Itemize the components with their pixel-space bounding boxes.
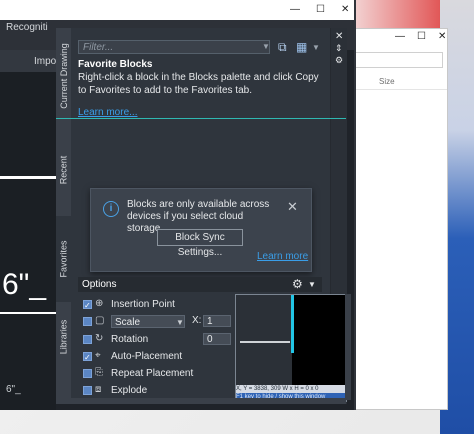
tab-label: Recent (58, 155, 69, 185)
properties-icon[interactable]: ⚙ (335, 55, 343, 66)
favorites-description: Right-click a block in the Blocks palett… (78, 72, 319, 96)
preview-pane (236, 295, 292, 385)
filter-input[interactable]: Filter... (78, 40, 270, 54)
insertion-point-checkbox[interactable] (83, 298, 92, 313)
explode-checkbox[interactable] (83, 386, 92, 395)
tab-recent[interactable]: Recent (56, 124, 71, 216)
explorer-column-header: Size (351, 75, 447, 90)
tab-favorites[interactable]: Favorites (56, 216, 71, 302)
option-insertion-point[interactable]: ⊕ Insertion Point (83, 297, 223, 313)
learn-more-link[interactable]: Learn more... (78, 107, 137, 118)
drawing-dimension-text-small: 6"_ (6, 384, 21, 395)
close-button[interactable]: ✕ (341, 4, 349, 15)
info-icon: i (103, 201, 119, 217)
rotation-input[interactable]: 0 (203, 333, 231, 345)
auto-placement-icon: ⌖ (95, 350, 101, 361)
auto-placement-checkbox[interactable] (83, 350, 92, 365)
view-mode-icon[interactable]: ▦ (296, 40, 307, 54)
option-label: Insertion Point (111, 299, 175, 310)
minimize-button[interactable]: — (290, 4, 300, 15)
insertion-point-icon: ⊕ (95, 298, 104, 309)
vertical-scrollbar[interactable] (345, 294, 351, 400)
option-label: Explode (111, 385, 148, 396)
close-button[interactable]: ✕ (438, 31, 446, 42)
option-rotation[interactable]: ↻ Rotation (83, 332, 223, 347)
block-preview-window[interactable]: X, Y = 3838, 309 W x H = 0 x 0 F1 key to… (235, 294, 347, 402)
rotation-checkbox[interactable] (83, 335, 92, 344)
close-icon[interactable]: ✕ (335, 31, 343, 42)
minimize-button[interactable]: — (395, 31, 405, 42)
import-blocks-icon[interactable]: ⧉ (278, 40, 287, 55)
option-label: Auto-Placement (111, 351, 183, 362)
autocad-titlebar: — ☐ ✕ (0, 0, 354, 20)
scale-dropdown-value: Scale (115, 317, 141, 328)
preview-line (240, 341, 290, 343)
favorites-title: Favorite Blocks (78, 59, 153, 70)
ribbon-title: Recogniti (6, 22, 48, 33)
scale-checkbox[interactable] (83, 317, 92, 326)
maximize-button[interactable]: ☐ (316, 4, 325, 15)
preview-coordinates: X, Y = 3838, 309 W x H = 0 x 0 (236, 385, 346, 393)
separator-line (56, 118, 346, 119)
tab-libraries[interactable]: Libraries (56, 302, 71, 372)
tab-label: Libraries (58, 319, 69, 355)
close-notification-icon[interactable]: ✕ (287, 199, 298, 215)
tab-label: Favorites (58, 240, 69, 278)
option-label: Repeat Placement (111, 368, 194, 379)
scale-icon: ▢ (95, 315, 105, 326)
explode-icon: ⧈ (95, 384, 102, 395)
repeat-placement-checkbox[interactable] (83, 369, 92, 378)
gear-icon[interactable]: ⚙ (292, 277, 303, 292)
column-size-label[interactable]: Size (379, 77, 395, 86)
ribbon-tab-import[interactable]: Impo (34, 56, 56, 67)
option-label: Rotation (111, 334, 149, 345)
drawing-line (0, 176, 56, 179)
options-chevron-down-icon[interactable]: ▼ (308, 277, 316, 292)
explorer-search-field[interactable] (355, 52, 443, 68)
drawing-area[interactable]: 6"_ 6"_ (0, 72, 56, 410)
x-label: X: (192, 315, 202, 326)
preview-highlight-line (291, 295, 294, 353)
horizontal-scrollbar[interactable] (56, 398, 346, 404)
drawing-line (0, 312, 56, 314)
view-chevron-down-icon[interactable]: ▼ (312, 43, 320, 52)
drawing-dimension-text: 6"_ (2, 268, 47, 301)
option-scale[interactable]: ▢ (83, 314, 107, 329)
options-header-label: Options (82, 279, 117, 290)
options-header: Options ⚙ ▼ (78, 277, 322, 292)
auto-hide-icon[interactable]: ⇕ (335, 43, 343, 54)
scale-x-input[interactable]: 1 (203, 315, 231, 327)
repeat-placement-icon: ⎘ (95, 367, 103, 378)
scale-dropdown[interactable]: Scale ▼ (111, 315, 185, 328)
cloud-storage-notification: i Blocks are only available across devic… (90, 188, 312, 272)
tab-current-drawing[interactable]: Current Drawing (56, 28, 71, 124)
rotation-icon: ↻ (95, 333, 104, 344)
chevron-down-icon[interactable]: ▼ (262, 42, 270, 51)
option-explode[interactable]: ⧈ Explode (83, 383, 223, 398)
option-auto-placement[interactable]: ⌖ Auto-Placement (83, 349, 223, 365)
tab-label: Current Drawing (58, 43, 69, 109)
autocad-window-controls: — ☐ ✕ (290, 4, 349, 15)
notification-learn-more-link[interactable]: Learn more (257, 251, 308, 262)
ribbon-panel: Impo (0, 50, 60, 72)
explorer-window-controls: — ☐ ✕ (395, 31, 446, 42)
explorer-window: — ☐ ✕ Size (350, 28, 448, 410)
maximize-button[interactable]: ☐ (417, 31, 426, 42)
block-sync-settings-button[interactable]: Block Sync Settings... (157, 229, 243, 258)
scale-chevron-down-icon: ▼ (176, 318, 184, 327)
palette-tabstrip: Current Drawing Recent Favorites Librari… (56, 28, 71, 404)
option-repeat-placement[interactable]: ⎘ Repeat Placement (83, 366, 223, 381)
